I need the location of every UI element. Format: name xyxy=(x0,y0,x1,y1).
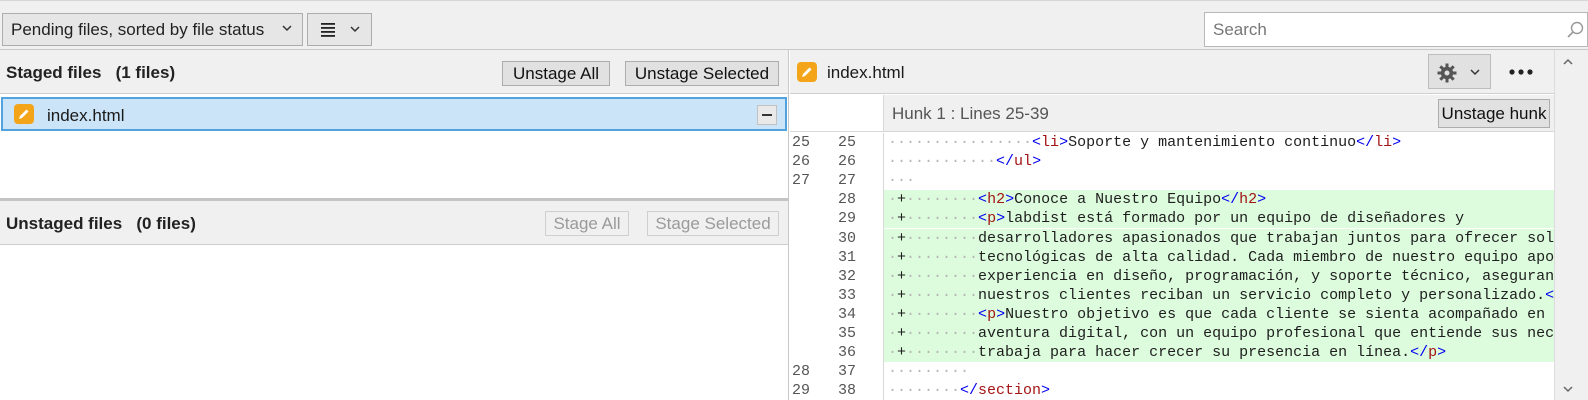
new-line-number: 29 xyxy=(838,210,857,228)
added-line[interactable]: 36 ·+········trabaja para hacer crecer su… xyxy=(790,343,1554,363)
new-line-number: 34 xyxy=(838,305,857,323)
search-icon[interactable] xyxy=(1567,21,1585,39)
line-content: ········· xyxy=(888,363,970,381)
staged-files-title: Staged files (1 files) xyxy=(6,63,176,82)
old-line-number: 28 xyxy=(792,363,811,381)
file-status-pane: Staged files (1 files) Unstage All Unsta… xyxy=(0,50,789,400)
added-line[interactable]: 32 ·+········experiencia en diseño, progr… xyxy=(790,266,1554,286)
diff-file-name: index.html xyxy=(827,63,905,82)
new-line-number: 27 xyxy=(838,172,857,190)
unstage-selected-button[interactable]: Unstage Selected xyxy=(625,61,779,86)
line-content: ·+········<h2>Conoce a Nuestro Equipo</h… xyxy=(884,190,1554,210)
gear-icon xyxy=(1437,63,1457,83)
new-line-number: 28 xyxy=(838,191,857,209)
stage-selected-button[interactable]: Stage Selected xyxy=(647,211,779,236)
diff-code-view[interactable]: 25 25 ················<li>Soporte y manten… xyxy=(790,133,1554,400)
staged-file-name: index.html xyxy=(47,106,125,125)
new-line-number: 37 xyxy=(838,363,857,381)
new-line-number: 32 xyxy=(838,267,857,285)
old-line-number: 29 xyxy=(792,382,811,400)
unstage-hunk-button[interactable]: Unstage hunk xyxy=(1438,99,1550,128)
vertical-scrollbar[interactable] xyxy=(1554,50,1588,400)
new-line-number: 36 xyxy=(838,344,857,362)
more-options-icon[interactable] xyxy=(1508,62,1534,82)
context-line[interactable]: 27 27 ··· xyxy=(790,171,1554,190)
added-line[interactable]: 28 ·+········<h2>Conoce a Nuestro Equipo<… xyxy=(790,190,1554,210)
unstaged-files-header: Unstaged files (0 files) Stage All Stage… xyxy=(0,201,788,245)
line-content: ·+········tecnológicas de alta calidad. … xyxy=(884,247,1554,267)
line-content: ·+········nuestros clientes reciban un s… xyxy=(884,285,1554,305)
added-line[interactable]: 29 ·+········<p>labdist está formado por … xyxy=(790,209,1554,229)
line-content: ·+········experiencia en diseño, program… xyxy=(884,266,1554,286)
sort-mode-dropdown[interactable]: Pending files, sorted by file status xyxy=(2,13,303,46)
scroll-down-arrow-icon[interactable] xyxy=(1562,383,1574,395)
new-line-number: 26 xyxy=(838,153,857,171)
diff-header: index.html xyxy=(790,50,1588,94)
context-line[interactable]: 26 26 ············</ul> xyxy=(790,152,1554,171)
added-line[interactable]: 34 ·+········<p>Nuestro objetivo es que c… xyxy=(790,304,1554,324)
chevron-down-icon xyxy=(350,26,360,33)
top-toolbar: Pending files, sorted by file status xyxy=(0,0,1588,50)
gutter-separator xyxy=(883,133,884,400)
old-line-number: 27 xyxy=(792,172,811,190)
sort-mode-label: Pending files, sorted by file status xyxy=(11,19,265,39)
chevron-down-icon xyxy=(1470,69,1480,76)
hunk-title: Hunk 1 : Lines 25-39 xyxy=(892,104,1049,123)
line-content: ·+········aventura digital, con un equip… xyxy=(884,324,1554,343)
old-line-number: 26 xyxy=(792,153,811,171)
context-line[interactable]: 29 38 ········</section> xyxy=(790,381,1554,400)
line-content: ·+········trabaja para hacer crecer su p… xyxy=(884,343,1554,363)
diff-pane: index.html Hunk 1 : Lines 25-39 Unstage … xyxy=(790,50,1588,400)
line-content: ············</ul> xyxy=(888,153,1042,171)
unstaged-files-title: Unstaged files (0 files) xyxy=(6,214,196,233)
new-line-number: 31 xyxy=(838,248,857,266)
line-content: ········</section> xyxy=(888,382,1051,400)
added-line[interactable]: 35 ·+········aventura digital, con un equ… xyxy=(790,324,1554,343)
line-content: ·+········<p>Nuestro objetivo es que cad… xyxy=(884,304,1554,324)
pencil-icon xyxy=(797,62,817,82)
chevron-down-icon xyxy=(282,25,292,32)
hunk-header: Hunk 1 : Lines 25-39 Unstage hunk xyxy=(884,95,1554,132)
added-line[interactable]: 30 ·+········desarrolladores apasionados … xyxy=(790,228,1554,248)
search-box xyxy=(1204,12,1588,47)
stage-all-button[interactable]: Stage All xyxy=(545,211,629,236)
old-line-number: 25 xyxy=(792,134,811,151)
unstage-all-button[interactable]: Unstage All xyxy=(502,61,610,86)
diff-settings-button[interactable] xyxy=(1428,54,1491,89)
new-line-number: 38 xyxy=(838,382,857,400)
context-line[interactable]: 25 25 ················<li>Soporte y manten… xyxy=(790,133,1554,152)
staged-file-row[interactable]: index.html xyxy=(1,97,787,131)
line-content: ·+········desarrolladores apasionados qu… xyxy=(884,228,1554,248)
new-line-number: 25 xyxy=(838,134,857,151)
added-line[interactable]: 31 ·+········tecnológicas de alta calidad… xyxy=(790,247,1554,267)
line-content: ················<li>Soporte y mantenimie… xyxy=(888,134,1402,151)
view-mode-dropdown[interactable] xyxy=(307,13,372,46)
line-number-gutter-header xyxy=(790,95,884,132)
list-view-icon xyxy=(321,23,335,37)
new-line-number: 35 xyxy=(838,325,857,342)
scroll-up-arrow-icon[interactable] xyxy=(1562,56,1574,68)
unstage-file-icon[interactable] xyxy=(757,105,777,125)
pencil-icon xyxy=(14,104,34,124)
staged-files-header: Staged files (1 files) Unstage All Unsta… xyxy=(0,50,788,94)
new-line-number: 30 xyxy=(838,229,857,247)
new-line-number: 33 xyxy=(838,286,857,304)
line-content: ·+········<p>labdist está formado por un… xyxy=(884,209,1554,229)
added-line[interactable]: 33 ·+········nuestros clientes reciban un… xyxy=(790,285,1554,305)
search-input[interactable] xyxy=(1205,13,1545,46)
line-content: ··· xyxy=(888,172,916,190)
context-line[interactable]: 28 37 ········· xyxy=(790,362,1554,381)
